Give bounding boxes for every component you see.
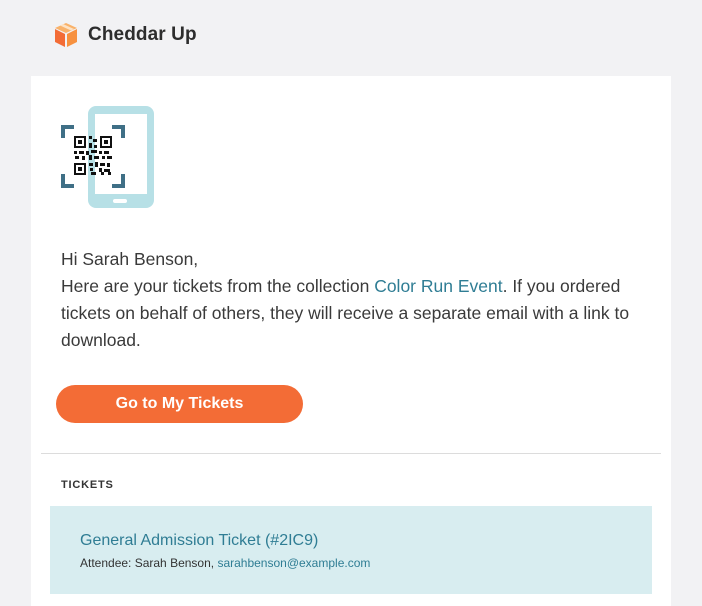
phone-qr-code-icon — [61, 106, 154, 208]
cheddar-cube-logo-icon — [55, 23, 77, 47]
tickets-section-label: TICKETS — [61, 479, 114, 491]
greeting: Hi Sarah Benson, — [61, 249, 199, 269]
email-message: Hi Sarah Benson, Here are your tickets f… — [61, 246, 651, 354]
ticket-card: General Admission Ticket (#2IC9) Attende… — [50, 506, 652, 594]
message-text-start: Here are your tickets from the collectio… — [61, 276, 375, 296]
brand-name[interactable]: Cheddar Up — [88, 24, 197, 46]
ticket-attendee: Attendee: Sarah Benson, sarahbenson@exam… — [80, 556, 370, 570]
attendee-label: Attendee: Sarah Benson, — [80, 556, 218, 570]
divider — [41, 453, 661, 454]
ticket-title-link[interactable]: General Admission Ticket (#2IC9) — [80, 532, 318, 550]
attendee-email-link[interactable]: sarahbenson@example.com — [217, 556, 370, 570]
email-header: Cheddar Up — [52, 20, 197, 50]
collection-link[interactable]: Color Run Event — [374, 276, 502, 296]
email-card: Hi Sarah Benson, Here are your tickets f… — [31, 76, 671, 606]
go-to-my-tickets-button[interactable]: Go to My Tickets — [56, 385, 303, 423]
